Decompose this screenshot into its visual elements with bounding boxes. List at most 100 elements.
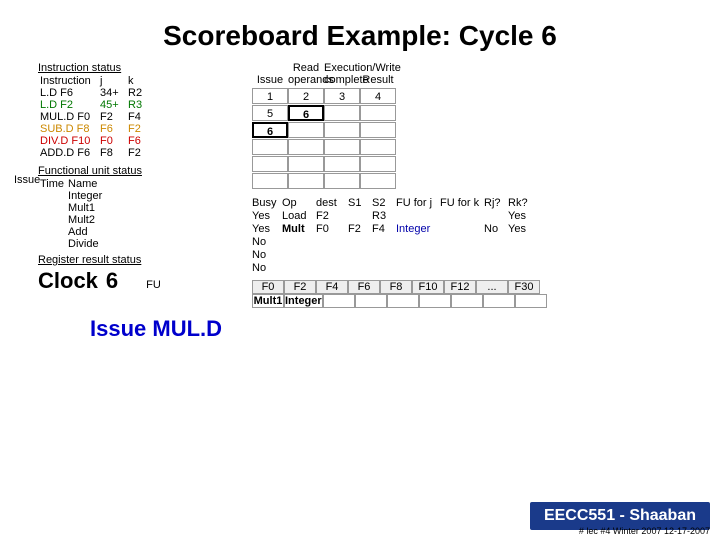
sb-row: 1234 xyxy=(252,88,700,104)
sb-row xyxy=(252,156,700,172)
clock-label: Clock xyxy=(38,268,98,294)
instr-row: DIV.D F10F0F6 xyxy=(38,135,154,147)
col-k: k xyxy=(126,75,154,87)
reg-value-cell: Mult1 xyxy=(252,294,284,308)
sb-row: 56 xyxy=(252,105,700,121)
footer-dash: - xyxy=(620,507,630,524)
footer-rest: Shaaban xyxy=(629,507,696,524)
fu-cell xyxy=(348,262,372,274)
func-row: Add xyxy=(38,226,126,238)
fu-cell xyxy=(508,236,532,248)
fu-cell: No xyxy=(252,236,282,248)
fu-s1-col: S1 xyxy=(348,197,372,209)
fu-cell xyxy=(348,236,372,248)
fu-cell xyxy=(396,236,440,248)
sub-result: Result xyxy=(360,74,396,86)
func-row: Mult1 xyxy=(38,202,126,214)
fu-label: FU xyxy=(146,279,161,291)
fu-cell xyxy=(484,262,508,274)
page-title: Scoreboard Example: Cycle 6 xyxy=(10,10,710,60)
reg-value-cell xyxy=(515,294,547,308)
fu-cell: F0 xyxy=(316,223,348,235)
issue-muld-label: Issue MUL.D xyxy=(10,316,710,342)
fu-cell: R3 xyxy=(372,210,396,222)
fu-cell xyxy=(396,210,440,222)
sb-cell: 6 xyxy=(288,105,324,121)
fu-table-row: No xyxy=(252,236,700,248)
func-status-header: Functional unit status xyxy=(38,165,248,177)
fu-s2-col: S2 xyxy=(372,197,396,209)
fu-cell xyxy=(372,262,396,274)
sb-cell xyxy=(360,156,396,172)
fu-cell: Load xyxy=(282,210,316,222)
sub-complete: complete xyxy=(324,74,360,86)
footer-title: EECC551 xyxy=(544,507,620,524)
fu-cell xyxy=(396,249,440,261)
sb-row xyxy=(252,139,700,155)
func-row: Divide xyxy=(38,238,126,250)
reg-value-cell xyxy=(419,294,451,308)
fu-cell xyxy=(396,262,440,274)
fu-cell: Yes xyxy=(252,210,282,222)
sb-cell xyxy=(360,173,396,189)
sb-cell xyxy=(288,139,324,155)
fu-cell: F2 xyxy=(348,223,372,235)
issue-side-label: Issue xyxy=(14,174,40,186)
reg-value-cell xyxy=(323,294,355,308)
fu-op-col: Op xyxy=(282,197,316,209)
reg-value-cell xyxy=(387,294,419,308)
sb-cell xyxy=(288,122,324,138)
col-instruction: Instruction xyxy=(38,75,98,87)
sb-cell xyxy=(360,139,396,155)
sb-cell xyxy=(324,156,360,172)
fu-table-row: No xyxy=(252,262,700,274)
sb-cell xyxy=(288,156,324,172)
fu-fuk-col: FU for k xyxy=(440,197,484,209)
fu-table-row: No xyxy=(252,249,700,261)
fu-cell xyxy=(316,236,348,248)
fu-table-row: YesMultF0F2F4IntegerNoYes xyxy=(252,223,700,235)
col-j: j xyxy=(98,75,126,87)
sb-cell: 6 xyxy=(252,122,288,138)
reg-value-cell xyxy=(451,294,483,308)
fu-rj-col: Rj? xyxy=(484,197,508,209)
fu-cell: Integer xyxy=(396,223,440,235)
func-row: Integer xyxy=(38,190,126,202)
instr-row: L.D F245+R3 xyxy=(38,99,154,111)
reg-status-header: Register result status xyxy=(38,254,248,266)
instr-row: ADD.D F6F8F2 xyxy=(38,147,154,159)
clock-value: 6 xyxy=(106,268,118,294)
func-col-time: Time xyxy=(38,178,66,190)
fu-cell: Yes xyxy=(252,223,282,235)
fu-cell xyxy=(372,249,396,261)
reg-value-cell xyxy=(483,294,515,308)
sb-cell xyxy=(360,122,396,138)
fu-cell: F2 xyxy=(316,210,348,222)
sb-cell: 3 xyxy=(324,88,360,104)
fu-cell: No xyxy=(252,249,282,261)
phase-read-label: Read xyxy=(288,62,324,74)
fu-table-row: YesLoadF2R3Yes xyxy=(252,210,700,222)
fu-cell xyxy=(282,236,316,248)
sub-operands: operands xyxy=(288,74,324,86)
instr-row: L.D F634+R2 xyxy=(38,87,154,99)
fu-cell xyxy=(440,223,484,235)
fu-cell xyxy=(316,262,348,274)
fu-cell: F4 xyxy=(372,223,396,235)
footer-sub: # lec #4 Winter 2007 12-17-2007 xyxy=(579,526,710,536)
sb-cell xyxy=(252,156,288,172)
reg-header-cell: F10 xyxy=(412,280,444,294)
reg-header-cell: F30 xyxy=(508,280,540,294)
reg-header-cell: F2 xyxy=(284,280,316,294)
sb-cell xyxy=(324,122,360,138)
fu-cell xyxy=(508,249,532,261)
fu-cell: No xyxy=(252,262,282,274)
fu-cell xyxy=(282,249,316,261)
fu-fuj-col: FU for j xyxy=(396,197,440,209)
fu-cell xyxy=(484,236,508,248)
reg-header-cell: F8 xyxy=(380,280,412,294)
reg-value-cell: Integer xyxy=(284,294,323,308)
func-col-name: Name xyxy=(66,178,126,190)
func-row: Mult2 xyxy=(38,214,126,226)
sb-cell xyxy=(360,105,396,121)
